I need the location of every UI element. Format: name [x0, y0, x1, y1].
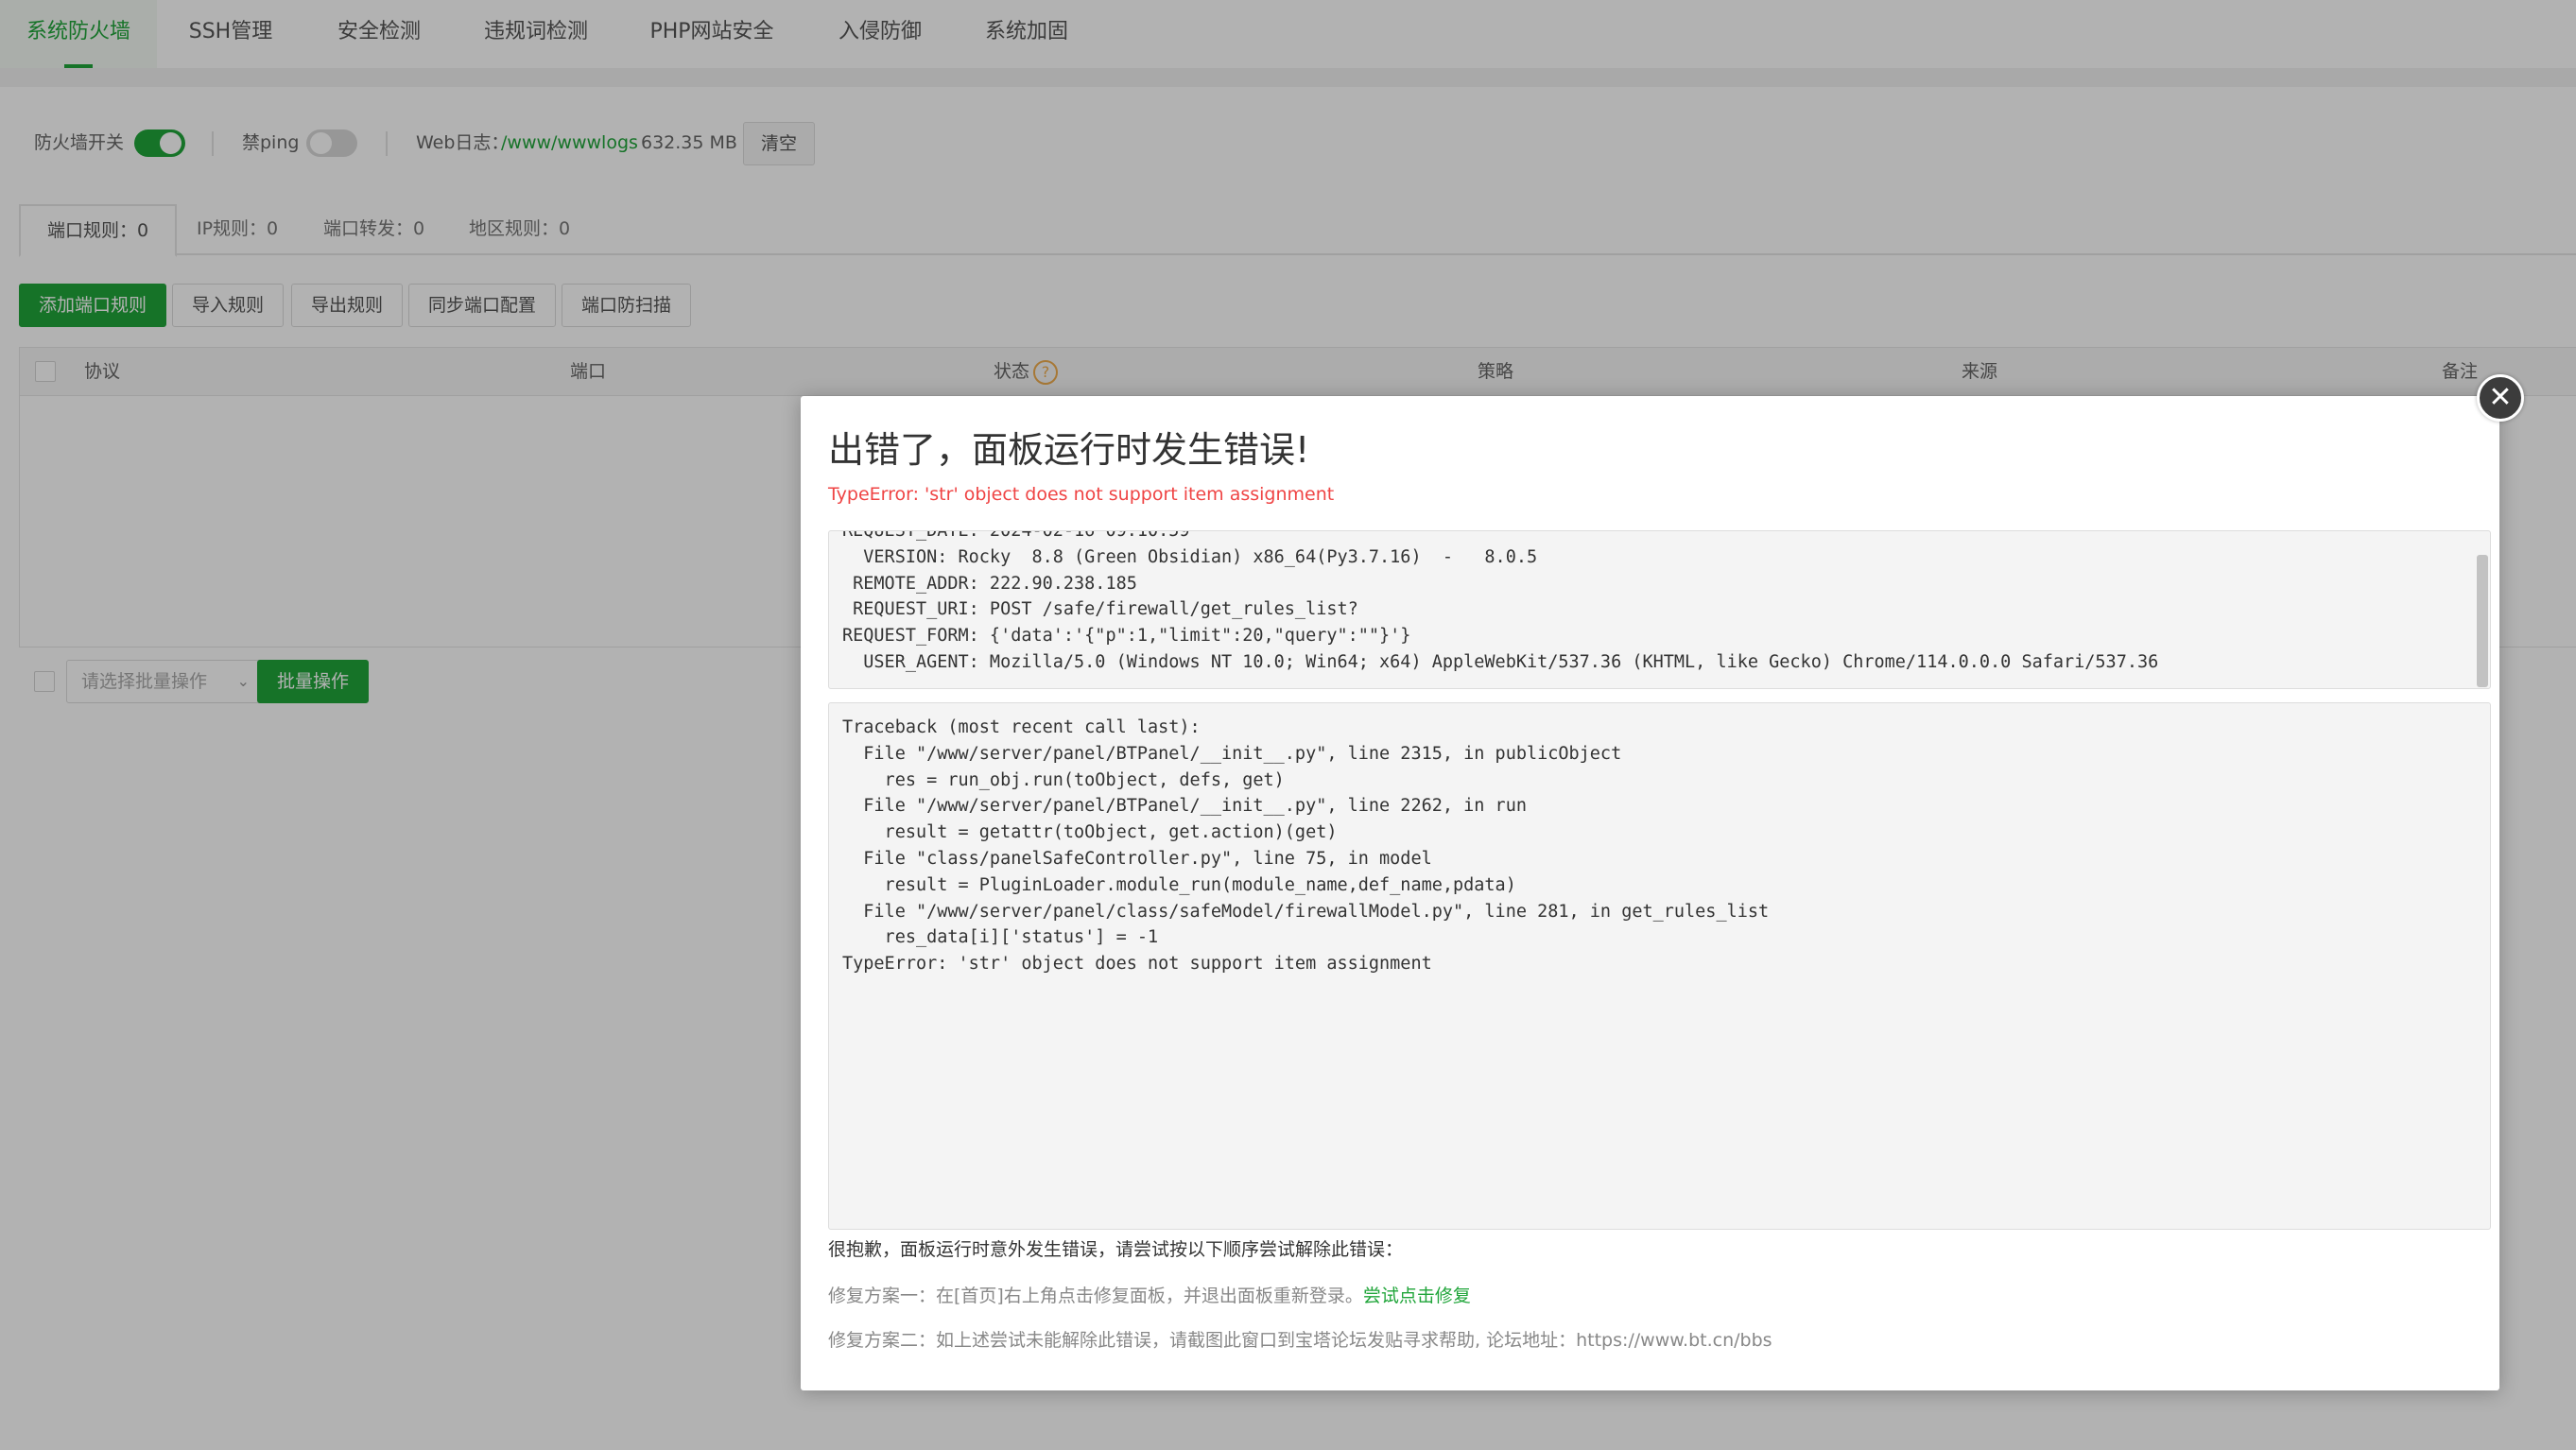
fix-option-one-text: 修复方案一：在[首页]右上角点击修复面板，并退出面板重新登录。: [828, 1286, 1363, 1306]
scrollbar[interactable]: [2477, 555, 2488, 687]
request-info-box[interactable]: REQUEST_DATE: 2024-02-16 09:10:59 VERSIO…: [828, 530, 2491, 689]
fix-option-two: 修复方案二：如上述尝试未能解除此错误，请截图此窗口到宝塔论坛发贴寻求帮助, 论坛…: [828, 1330, 1772, 1351]
error-dialog: 出错了，面板运行时发生错误! TypeError: 'str' object d…: [801, 396, 2499, 1390]
request-info-text: REQUEST_DATE: 2024-02-16 09:10:59 VERSIO…: [842, 530, 2159, 672]
close-icon[interactable]: ✕: [2477, 374, 2524, 422]
try-repair-link[interactable]: 尝试点击修复: [1363, 1286, 1471, 1306]
traceback-text: Traceback (most recent call last): File …: [842, 717, 1770, 975]
error-message: TypeError: 'str' object does not support…: [828, 484, 1335, 505]
dialog-title: 出错了，面板运行时发生错误!: [828, 429, 1310, 471]
fix-option-one: 修复方案一：在[首页]右上角点击修复面板，并退出面板重新登录。尝试点击修复: [828, 1282, 1471, 1307]
traceback-box[interactable]: Traceback (most recent call last): File …: [828, 702, 2491, 1230]
sorry-message: 很抱歉，面板运行时意外发生错误，请尝试按以下顺序尝试解除此错误：: [828, 1239, 1404, 1260]
